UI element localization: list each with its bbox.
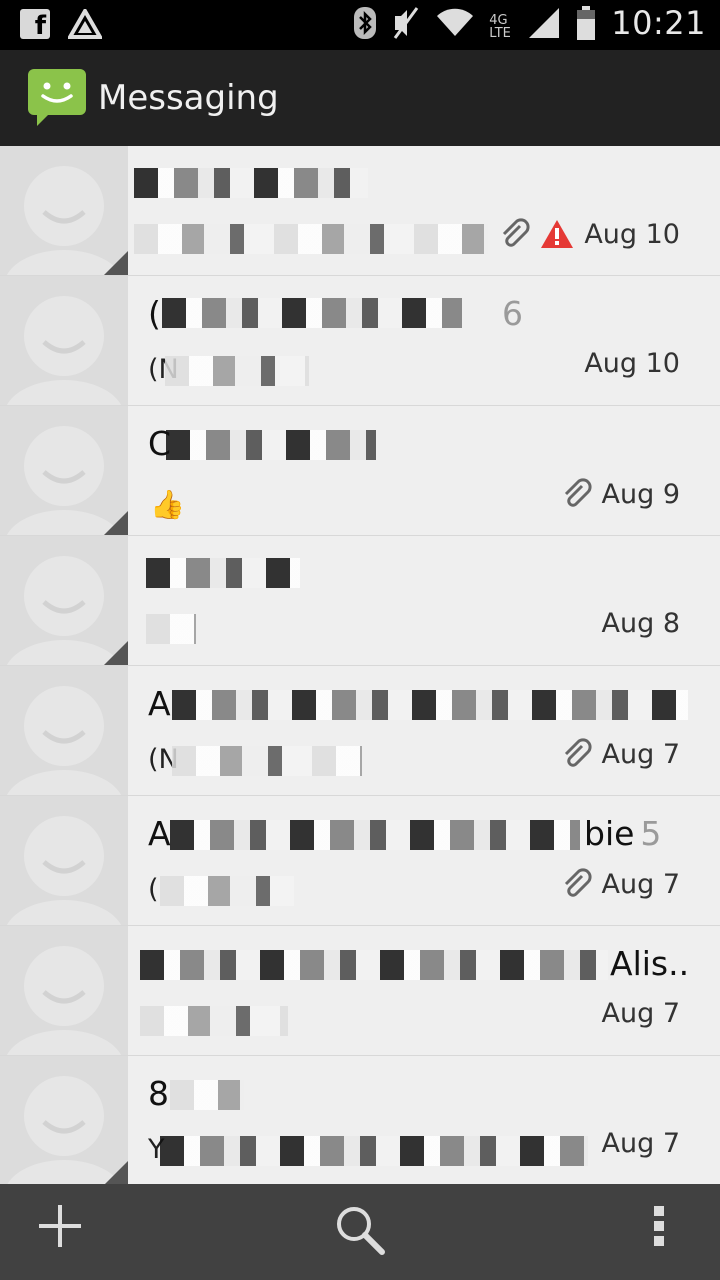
messaging-app-icon[interactable] [27,68,87,128]
redacted-name [170,1080,244,1110]
conversation-item[interactable]: C 👍 Aug 9 [0,406,720,536]
attachment-icon [564,868,592,897]
page-title: Messaging [98,78,279,118]
facebook-icon: f [20,9,50,39]
attachment-icon [503,218,530,247]
message-date: Aug 7 [601,1128,680,1159]
message-date: Aug 10 [498,218,680,250]
overflow-menu-icon[interactable] [652,1204,666,1248]
message-snippet: ( [148,874,159,905]
avatar[interactable] [0,666,128,795]
new-message-icon[interactable] [38,1204,82,1248]
contact-name: A [148,684,171,723]
action-bar: Messaging [0,50,720,146]
conversation-item[interactable]: Aug 8 [0,536,720,666]
redacted-name [140,950,608,980]
message-date: Aug 7 [560,738,680,770]
mute-icon [394,7,419,39]
redacted-snippet [172,746,362,776]
redacted-snippet [134,224,488,254]
redacted-name [170,820,580,850]
redacted-name [166,430,376,460]
battery-icon [577,6,596,40]
conversation-list[interactable]: Aug 10 ( 6 (N Aug 10 C 👍 Aug 9 Aug 8 A (… [0,146,720,1184]
contact-name-tail: bie 5 [584,814,662,853]
avatar[interactable] [0,926,128,1055]
signal-icon [529,8,560,38]
avatar[interactable] [0,1056,128,1184]
status-bar: f 4G LTE 10:21 [0,0,720,50]
attachment-icon [564,738,592,767]
avatar[interactable] [0,146,128,275]
conversation-item[interactable]: A (N Aug 7 [0,666,720,796]
clock: 10:21 [611,4,706,42]
bottom-action-bar [0,1184,720,1280]
redacted-name [134,168,368,198]
contact-name-tail: Alis.. [610,944,690,983]
conversation-item[interactable]: ( 6 (N Aug 10 [0,276,720,406]
wifi-icon [437,8,474,37]
conversation-item[interactable]: 8 Y Aug 7 [0,1056,720,1184]
avatar[interactable] [0,406,128,535]
redacted-snippet [146,614,196,644]
contact-name: 8 [148,1074,169,1113]
message-date: Aug 9 [560,478,680,510]
message-date: Aug 10 [584,348,680,379]
redacted-name [146,558,300,588]
avatar[interactable] [0,796,128,925]
redacted-snippet [160,876,294,906]
attachment-icon [564,478,592,507]
redacted-name [162,298,462,328]
conversation-item[interactable]: Alis.. Aug 7 [0,926,720,1056]
redacted-snippet [160,1136,588,1166]
message-count: 6 [502,294,523,333]
conversation-item[interactable]: A bie 5 ( Aug 7 [0,796,720,926]
message-date: Aug 7 [601,998,680,1029]
search-icon[interactable] [334,1204,386,1256]
contact-name: A [148,814,171,853]
conversation-item[interactable]: Aug 10 [0,146,720,276]
thumbs-up-emoji: 👍 [150,488,185,521]
error-icon [541,220,574,248]
redacted-snippet [140,1006,288,1036]
redacted-snippet [165,356,309,386]
contact-name: ( [148,294,161,333]
message-date: Aug 8 [601,608,680,639]
avatar[interactable] [0,276,128,405]
message-date: Aug 7 [560,868,680,900]
app-notification-icon [68,9,102,39]
redacted-name [172,690,688,720]
bluetooth-icon [354,7,377,39]
avatar[interactable] [0,536,128,665]
network-type: 4G LTE [489,13,511,41]
